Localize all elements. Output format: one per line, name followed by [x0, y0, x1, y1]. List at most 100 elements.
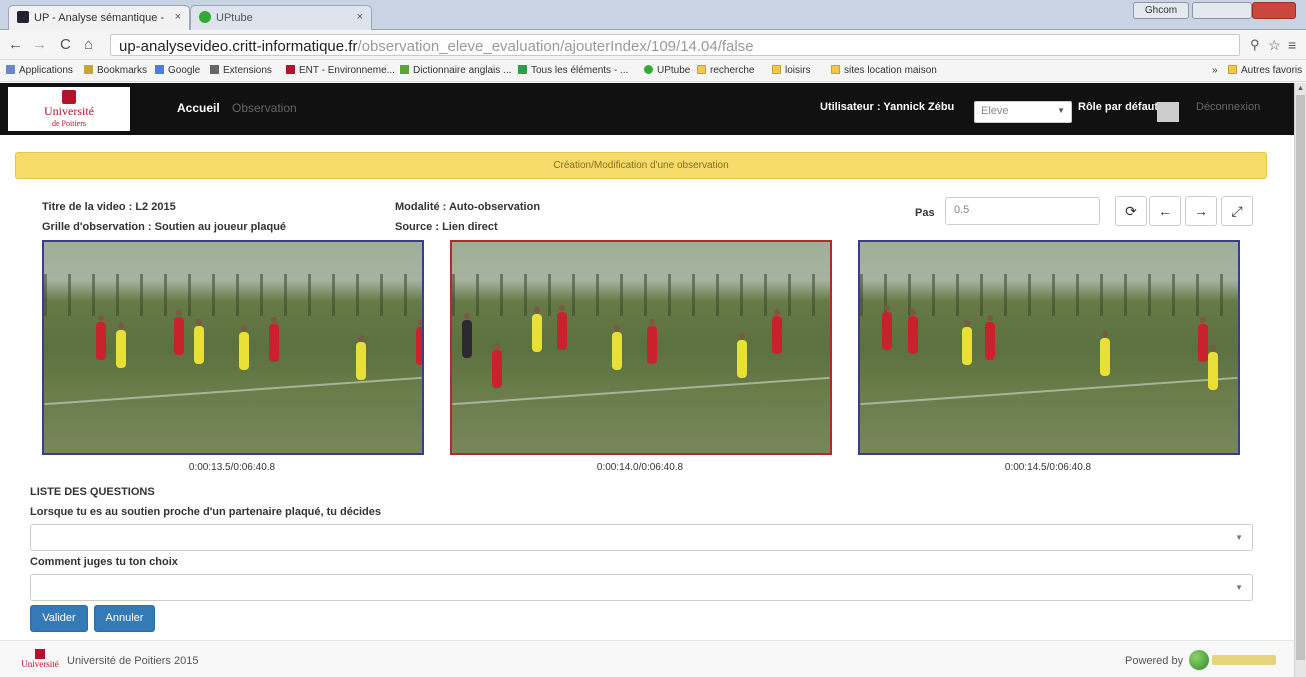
video-frame-previous[interactable]: [42, 240, 424, 455]
player-figure: [737, 333, 747, 378]
default-role-checkbox[interactable]: [1157, 102, 1179, 122]
player-figure: [96, 315, 106, 360]
page-scrollbar[interactable]: ▲: [1294, 83, 1306, 677]
university-logo[interactable]: Université de Poitiers: [8, 87, 130, 131]
drive-icon: [518, 65, 527, 74]
bookmark-star-icon[interactable]: ☆: [1268, 37, 1281, 53]
nav-home[interactable]: Accueil: [177, 101, 220, 115]
profile-button[interactable]: Ghcom: [1133, 2, 1189, 19]
critt-informatique-logo: [1212, 655, 1276, 665]
scroll-up-icon[interactable]: ▲: [1297, 85, 1304, 92]
video-frame-next[interactable]: [858, 240, 1240, 455]
caret-down-icon: ▼: [1235, 533, 1243, 542]
bookmarks-overflow[interactable]: »: [1212, 65, 1218, 76]
bookmark-item[interactable]: UPtube: [644, 65, 690, 76]
folder-icon: [1228, 65, 1237, 74]
bookmark-item[interactable]: Extensions: [210, 65, 272, 76]
forward-arrow-icon[interactable]: →: [32, 37, 47, 53]
bookmark-item[interactable]: Dictionnaire anglais ...: [400, 65, 511, 76]
ent-icon: [286, 65, 295, 74]
question-select-decision[interactable]: ▼: [30, 524, 1253, 551]
player-figure: [1208, 345, 1218, 390]
uptube-icon: [644, 65, 653, 74]
page-banner: Création/Modification d'une observation: [15, 152, 1267, 179]
bookmark-folder[interactable]: loisirs: [772, 65, 811, 76]
previous-button[interactable]: ←: [1149, 196, 1181, 226]
refresh-button[interactable]: ⟳: [1115, 196, 1147, 226]
bookmark-item[interactable]: Google: [155, 65, 200, 76]
video-title: Titre de la video : L2 2015: [42, 201, 176, 213]
nav-observation[interactable]: Observation: [232, 101, 297, 115]
site-navbar: Université de Poitiers Accueil Observati…: [0, 83, 1294, 135]
player-figure: [557, 305, 567, 350]
bookmark-item[interactable]: ENT - Environneme...: [286, 65, 395, 76]
star-icon: [84, 65, 93, 74]
home-icon[interactable]: ⌂: [84, 37, 93, 53]
tab-analyse[interactable]: UP - Analyse sémantique - ×: [8, 5, 190, 30]
minimize-button[interactable]: [1192, 2, 1252, 19]
player-figure: [1100, 331, 1110, 376]
apps-icon: [6, 65, 15, 74]
bookmark-item[interactable]: Bookmarks: [84, 65, 147, 76]
step-input[interactable]: 0.5: [945, 197, 1100, 225]
player-figure: [647, 319, 657, 364]
frame-timestamp: 0:00:13.5/0:06:40.8: [188, 462, 276, 473]
reload-icon[interactable]: C: [60, 37, 71, 53]
frame-timestamp: 0:00:14.0/0:06:40.8: [596, 462, 684, 473]
player-figure: [962, 320, 972, 365]
menu-icon[interactable]: ≡: [1288, 37, 1296, 53]
role-select[interactable]: Eleve ▼: [974, 101, 1072, 123]
uptube-favicon-icon: [199, 11, 211, 23]
caret-down-icon: ▼: [1057, 106, 1065, 115]
folder-icon: [772, 65, 781, 74]
player-figure: [269, 317, 279, 362]
bookmarks-bar: Applications Bookmarks Google Extensions…: [0, 60, 1306, 82]
observation-grid: Grille d'observation : Soutien au joueur…: [42, 221, 287, 233]
footer-university-logo: Université: [20, 649, 60, 673]
player-figure: [116, 323, 126, 368]
next-button[interactable]: →: [1185, 196, 1217, 226]
question-label: Lorsque tu es au soutien proche d'un par…: [30, 506, 382, 518]
caret-down-icon: ▼: [1235, 583, 1243, 592]
player-figure: [772, 309, 782, 354]
player-figure: [239, 325, 249, 370]
arrow-left-icon: ←: [1158, 203, 1172, 219]
bookmark-folder[interactable]: sites location maison: [831, 65, 937, 76]
default-role-label: Rôle par défaut: [1078, 101, 1159, 113]
player-figure: [462, 313, 472, 358]
player-figure: [1198, 317, 1208, 362]
browser-tab-strip: UP - Analyse sémantique - × UPtube × Ghco…: [0, 0, 1306, 30]
validate-button[interactable]: Valider: [30, 605, 88, 632]
source: Source : Lien direct: [395, 221, 498, 233]
bookmark-item[interactable]: Tous les éléments - ...: [518, 65, 628, 76]
close-window-button[interactable]: [1252, 2, 1296, 19]
refresh-icon: ⟳: [1125, 203, 1137, 219]
player-figure: [492, 343, 502, 388]
close-tab-icon[interactable]: ×: [357, 11, 363, 23]
zoom-icon[interactable]: ⚲: [1250, 37, 1260, 53]
player-figure: [612, 325, 622, 370]
player-figure: [174, 310, 184, 355]
user-label: Utilisateur : Yannick Zébu: [820, 101, 955, 113]
bookmark-item[interactable]: Applications: [6, 65, 73, 76]
bookmark-folder[interactable]: recherche: [697, 65, 754, 76]
logout-link[interactable]: Déconnexion: [1196, 101, 1260, 113]
fullscreen-icon: ⤢: [1231, 203, 1243, 219]
page-footer: Université Université de Poitiers 2015 P…: [0, 640, 1294, 677]
questions-heading: LISTE DES QUESTIONS: [30, 486, 155, 498]
tab-uptube-label: UPtube: [216, 12, 253, 24]
video-frame-current[interactable]: [450, 240, 832, 455]
footer-logo-name: Université: [21, 659, 59, 669]
back-arrow-icon[interactable]: ←: [8, 37, 23, 53]
question-select-judgement[interactable]: ▼: [30, 574, 1253, 601]
scroll-thumb[interactable]: [1296, 95, 1305, 660]
url-input[interactable]: up-analysevideo.critt-informatique.fr/ob…: [110, 34, 1240, 56]
footer-copyright: Université de Poitiers 2015: [67, 655, 199, 667]
other-bookmarks[interactable]: Autres favoris: [1228, 65, 1302, 76]
fullscreen-button[interactable]: ⤢: [1221, 196, 1253, 226]
crest-icon: [35, 649, 45, 659]
close-tab-icon[interactable]: ×: [175, 11, 181, 23]
tab-uptube[interactable]: UPtube ×: [190, 5, 372, 30]
url-path: /observation_eleve_evaluation/ajouterInd…: [357, 38, 754, 55]
cancel-button[interactable]: Annuler: [94, 605, 155, 632]
